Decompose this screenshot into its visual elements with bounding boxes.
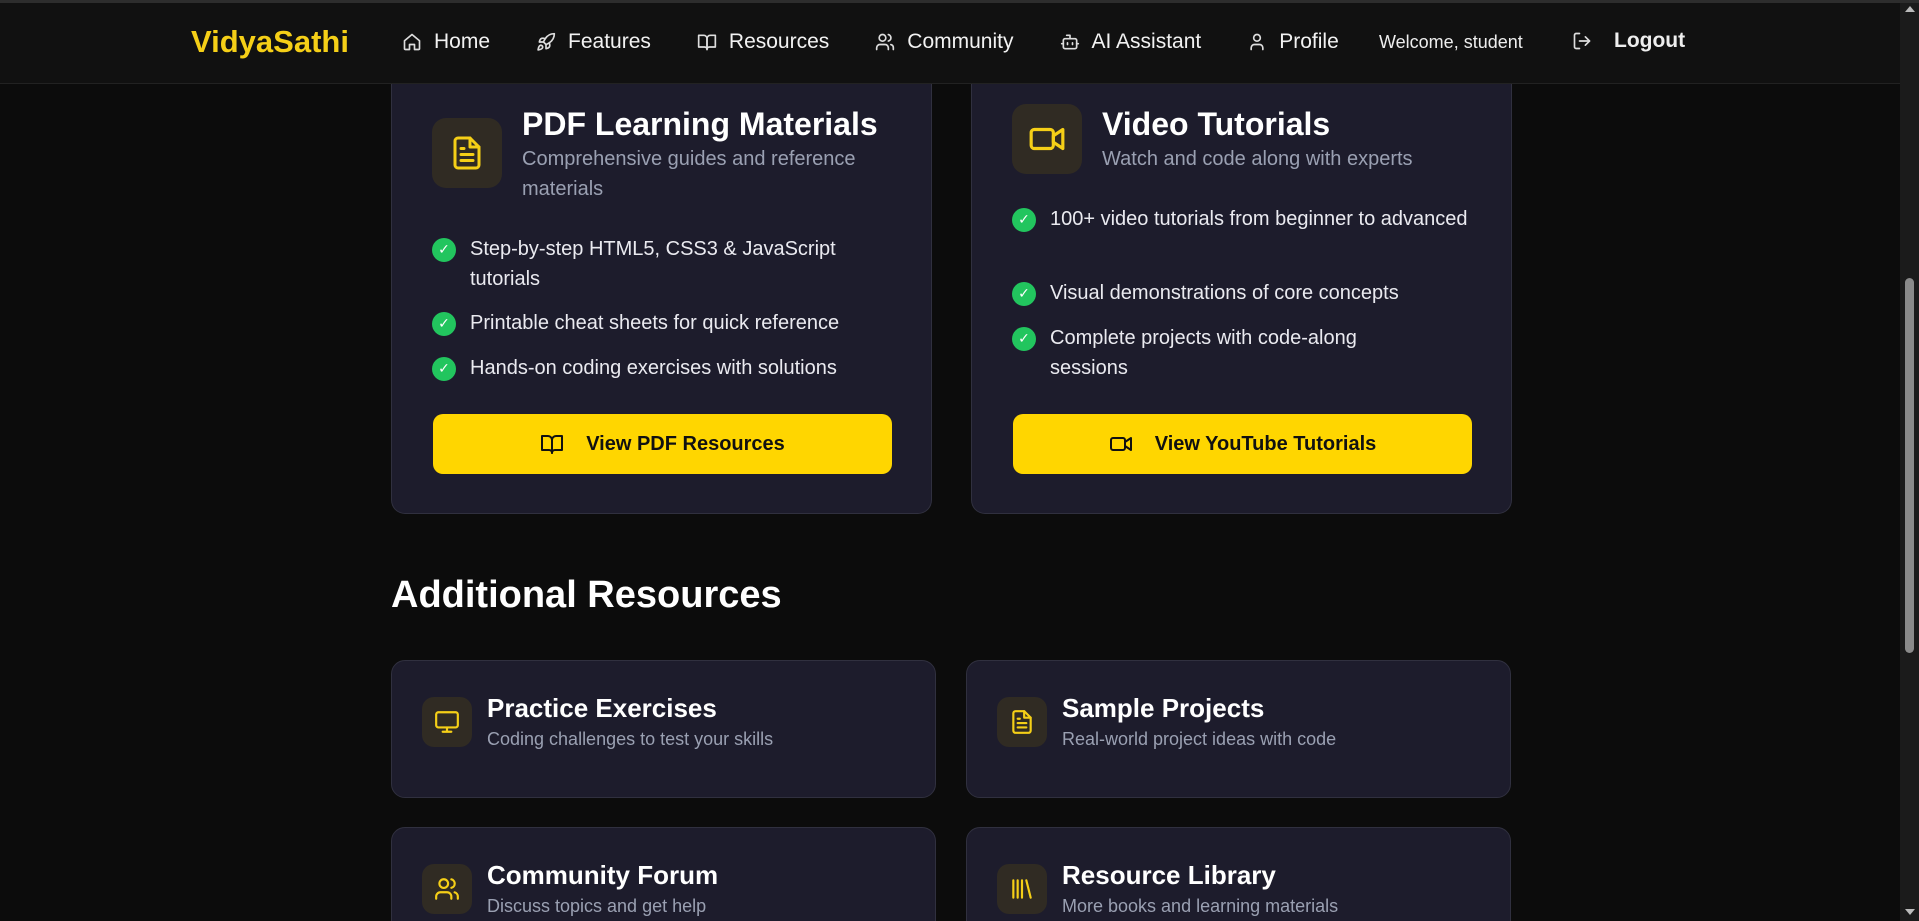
library-icon-box bbox=[997, 864, 1047, 914]
check-icon: ✓ bbox=[432, 312, 456, 336]
scrollbar-thumb[interactable] bbox=[1905, 278, 1914, 653]
resource-title: Community Forum bbox=[487, 860, 719, 890]
resource-subtitle: Coding challenges to test your skills bbox=[487, 729, 774, 749]
monitor-icon bbox=[435, 711, 459, 733]
feature-item: ✓ Printable cheat sheets for quick refer… bbox=[432, 308, 892, 338]
video-tutorials-card: Video Tutorials Watch and code along wit… bbox=[971, 74, 1512, 514]
bot-icon bbox=[1060, 34, 1079, 50]
welcome-text: Welcome, student bbox=[1379, 32, 1523, 52]
nav-link-label: Profile bbox=[1279, 30, 1339, 53]
feature-item: ✓ Visual demonstrations of core concepts bbox=[1012, 278, 1472, 308]
check-icon: ✓ bbox=[1012, 208, 1036, 232]
card-title: Video Tutorials bbox=[1102, 106, 1331, 142]
feature-item: ✓ Hands-on coding exercises with solutio… bbox=[432, 353, 892, 383]
video-card-icon-box bbox=[1012, 104, 1082, 174]
card-title: PDF Learning Materials bbox=[522, 106, 878, 142]
sample-projects-icon-box bbox=[997, 697, 1047, 747]
resource-title: Sample Projects bbox=[1062, 693, 1265, 723]
resource-subtitle: More books and learning materials bbox=[1062, 896, 1339, 916]
logout-button[interactable]: Logout bbox=[1572, 29, 1685, 53]
user-icon bbox=[1250, 33, 1264, 51]
pdf-resources-card: PDF Learning Materials Comprehensive gui… bbox=[391, 74, 932, 514]
video-icon bbox=[1109, 437, 1132, 451]
resource-title: Practice Exercises bbox=[487, 693, 717, 723]
feature-text: Visual demonstrations of core concepts bbox=[1050, 282, 1399, 304]
nav-link-community[interactable]: Community bbox=[875, 30, 1014, 54]
pdf-card-icon-box bbox=[432, 118, 502, 188]
check-icon: ✓ bbox=[432, 238, 456, 262]
nav-link-resources[interactable]: Resources bbox=[697, 30, 829, 54]
file-text-icon bbox=[1012, 710, 1032, 734]
sample-projects-card[interactable]: Sample Projects Real-world project ideas… bbox=[966, 660, 1511, 798]
library-icon bbox=[1012, 879, 1032, 899]
resource-subtitle: Real-world project ideas with code bbox=[1062, 729, 1337, 749]
feature-text: Printable cheat sheets for quick referen… bbox=[470, 312, 840, 334]
nav-links: Home Features Resources Community AI Ass… bbox=[402, 0, 1385, 84]
resource-title: Resource Library bbox=[1062, 860, 1276, 890]
community-forum-card[interactable]: Community Forum Discuss topics and get h… bbox=[391, 827, 936, 921]
users-icon bbox=[435, 878, 459, 900]
view-pdf-resources-button[interactable]: View PDF Resources bbox=[433, 414, 892, 474]
nav-link-label: Community bbox=[907, 30, 1014, 53]
nav-link-label: Features bbox=[568, 30, 651, 53]
feature-item: ✓ Step-by-step HTML5, CSS3 & JavaScript … bbox=[432, 234, 892, 294]
nav-link-label: Home bbox=[434, 30, 491, 53]
nav-link-home[interactable]: Home bbox=[402, 30, 490, 54]
nav-link-features[interactable]: Features bbox=[536, 30, 651, 54]
resource-library-card[interactable]: Resource Library More books and learning… bbox=[966, 827, 1511, 921]
card-subtitle: Comprehensive guides and reference mater… bbox=[522, 148, 856, 200]
check-icon: ✓ bbox=[1012, 327, 1036, 351]
rocket-icon bbox=[537, 32, 556, 51]
view-youtube-tutorials-button[interactable]: View YouTube Tutorials bbox=[1013, 414, 1472, 474]
home-icon bbox=[403, 33, 421, 51]
card-subtitle: Watch and code along with experts bbox=[1102, 148, 1413, 170]
practice-icon-box bbox=[422, 697, 472, 747]
window-frame bbox=[0, 0, 1919, 3]
scroll-down-arrow-icon[interactable] bbox=[1905, 909, 1915, 915]
practice-exercises-card[interactable]: Practice Exercises Coding challenges to … bbox=[391, 660, 936, 798]
users-icon bbox=[876, 33, 895, 51]
file-text-icon bbox=[453, 136, 481, 170]
feature-item: ✓ 100+ video tutorials from beginner to … bbox=[1012, 204, 1472, 234]
feature-text: Complete projects with code-along sessio… bbox=[1050, 327, 1357, 379]
book-open-icon bbox=[541, 435, 564, 454]
video-icon bbox=[1029, 127, 1065, 151]
logout-icon bbox=[1573, 32, 1591, 50]
feature-text: 100+ video tutorials from beginner to ad… bbox=[1050, 208, 1468, 230]
navbar: VidyaSathi Home Features Resources Commu… bbox=[0, 0, 1900, 84]
resource-subtitle: Discuss topics and get help bbox=[487, 896, 707, 916]
nav-link-label: AI Assistant bbox=[1091, 30, 1202, 53]
check-icon: ✓ bbox=[432, 357, 456, 381]
button-label: View YouTube Tutorials bbox=[1154, 432, 1377, 455]
brand-logo[interactable]: VidyaSathi bbox=[191, 24, 349, 60]
community-icon-box bbox=[422, 864, 472, 914]
logout-label: Logout bbox=[1614, 29, 1686, 52]
nav-link-ai-assistant[interactable]: AI Assistant bbox=[1060, 30, 1202, 54]
vertical-scrollbar[interactable] bbox=[1900, 0, 1919, 921]
feature-text: Step-by-step HTML5, CSS3 & JavaScript tu… bbox=[470, 238, 836, 290]
additional-resources-heading: Additional Resources bbox=[391, 574, 782, 616]
nav-link-profile[interactable]: Profile bbox=[1247, 30, 1339, 54]
page-viewport: VidyaSathi Home Features Resources Commu… bbox=[0, 0, 1900, 921]
feature-item: ✓ Complete projects with code-along sess… bbox=[1012, 323, 1412, 383]
nav-link-label: Resources bbox=[728, 30, 830, 53]
button-label: View PDF Resources bbox=[586, 432, 785, 455]
book-open-icon bbox=[697, 34, 717, 51]
feature-text: Hands-on coding exercises with solutions bbox=[470, 357, 837, 379]
scroll-up-arrow-icon[interactable] bbox=[1905, 6, 1915, 12]
check-icon: ✓ bbox=[1012, 282, 1036, 306]
